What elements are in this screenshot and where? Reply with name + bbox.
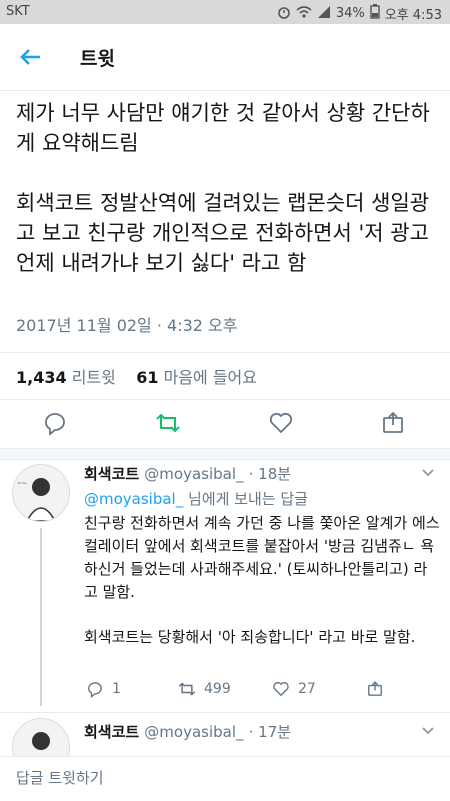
like-label[interactable]: 마음에 들어요: [164, 368, 257, 387]
retweet-icon[interactable]: [155, 410, 181, 436]
retweet-count: 499: [204, 681, 231, 697]
svg-text:~~: ~~: [17, 480, 27, 487]
wifi-icon: [296, 5, 312, 23]
reply-text: 회색코트는 당황해서 '아 죄송합니다' 라고 바로 말함.: [84, 628, 416, 646]
chevron-down-icon[interactable]: [420, 464, 436, 484]
reply-icon[interactable]: [42, 410, 68, 436]
divider: [0, 712, 450, 713]
status-bar: SKT 34% 오후 4:53: [0, 0, 450, 24]
back-arrow-icon[interactable]: [16, 42, 46, 72]
compose-reply-input[interactable]: 답글 트윗하기: [16, 767, 104, 788]
like-icon[interactable]: [272, 680, 290, 702]
thread-line: [40, 528, 42, 706]
reply-time: · 18분: [248, 465, 292, 483]
reply-time: · 17분: [248, 723, 292, 741]
retweet-icon[interactable]: [178, 680, 196, 702]
reply-to-suffix: 님에게 보내는 답글: [188, 490, 308, 508]
reply-compose-bar[interactable]: 답글 트윗하기: [0, 756, 450, 801]
reply-to-handle[interactable]: @moyasibal_: [84, 490, 183, 508]
reply-header: 회색코트 @moyasibal_ · 17분: [84, 721, 444, 742]
carrier-label: SKT: [6, 4, 30, 19]
reply-author-handle[interactable]: @moyasibal_: [144, 465, 243, 483]
reply-to-line: @moyasibal_ 님에게 보내는 답글: [84, 488, 440, 511]
tweet-text: 제가 너무 사담만 얘기한 것 같아서 상황 간단하게 요약해드림 회색코트 정…: [16, 92, 436, 278]
tweet-actions: [0, 398, 450, 449]
reply-author-name[interactable]: 회색코트: [84, 465, 139, 483]
signal-icon: [317, 5, 331, 23]
section-divider: [0, 449, 450, 460]
reply-header: 회색코트 @moyasibal_ · 18분: [84, 463, 444, 484]
reply-count: 1: [112, 681, 121, 697]
share-icon[interactable]: [380, 410, 406, 436]
tweet-timestamp: 2017년 11월 02일 · 4:32 오후: [16, 316, 238, 335]
alarm-icon: [277, 5, 291, 23]
like-count[interactable]: 61: [136, 368, 158, 387]
avatar[interactable]: ~~: [12, 464, 70, 522]
reply-author-name[interactable]: 회색코트: [84, 723, 139, 741]
battery-percent: 34%: [335, 6, 365, 21]
chevron-down-icon[interactable]: [420, 722, 436, 742]
share-icon[interactable]: [366, 680, 384, 702]
retweet-label[interactable]: 리트윗: [72, 368, 116, 387]
like-icon[interactable]: [268, 410, 294, 436]
like-count: 27: [298, 681, 316, 697]
battery-icon: [370, 4, 380, 23]
tweet-stats: 1,434 리트윗 61 마음에 들어요: [0, 352, 450, 400]
clock-time: 오후 4:53: [384, 8, 442, 23]
retweet-count[interactable]: 1,434: [16, 368, 67, 387]
reply-icon[interactable]: [86, 680, 104, 702]
tweet-paragraph: 제가 너무 사담만 얘기한 것 같아서 상황 간단하게 요약해드림: [16, 101, 430, 155]
reply-text: 친구랑 전화하면서 계속 가던 중 나를 쫓아온 알계가 에스컬레이터 앞에서 …: [84, 514, 440, 601]
page-title: 트윗: [80, 48, 115, 70]
app-bar: 트윗: [0, 24, 450, 91]
reply-author-handle[interactable]: @moyasibal_: [144, 723, 243, 741]
tweet-paragraph: 회색코트 정발산역에 걸려있는 랩몬슷더 생일광고 보고 친구랑 개인적으로 전…: [16, 191, 430, 275]
